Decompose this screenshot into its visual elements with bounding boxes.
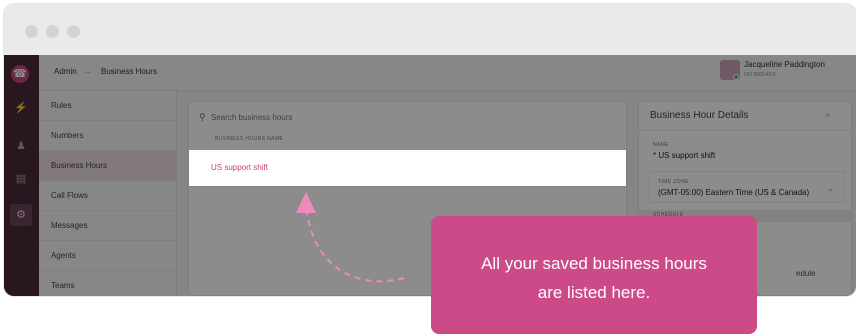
tour-tooltip: All your saved business hours are listed… [431, 216, 757, 334]
window-dot-minimize[interactable] [46, 25, 59, 38]
tooltip-line-1: All your saved business hours [481, 254, 707, 273]
tooltip-line-2: are listed here. [537, 283, 651, 302]
window-dot-close[interactable] [25, 25, 38, 38]
window-dot-maximize[interactable] [67, 25, 80, 38]
window-titlebar [4, 4, 856, 55]
highlighted-list-item[interactable]: US support shift [189, 150, 626, 186]
